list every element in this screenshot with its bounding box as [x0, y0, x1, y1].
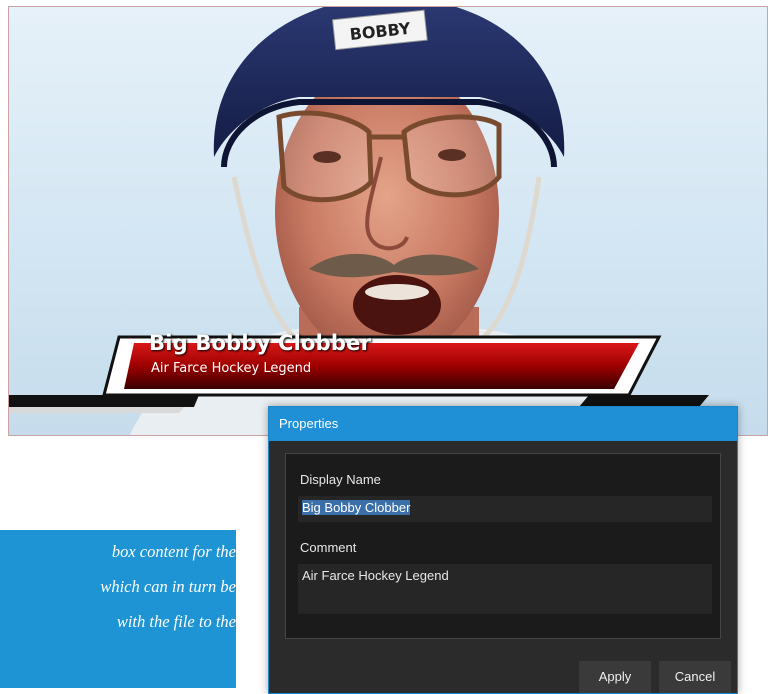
- lower-third-name: Big Bobby Clobber: [149, 331, 372, 355]
- properties-dialog: Properties Display Name Big Bobby Clobbe…: [268, 406, 738, 694]
- caption-box: box content for the which can in turn be…: [0, 530, 236, 688]
- caption-line: box content for the: [111, 542, 236, 561]
- properties-panel: Display Name Big Bobby Clobber Comment A…: [285, 453, 721, 639]
- display-name-label: Display Name: [300, 472, 381, 487]
- lower-third-subtitle: Air Farce Hockey Legend: [151, 361, 312, 376]
- display-name-field[interactable]: Big Bobby Clobber: [298, 496, 712, 522]
- caption-line: which can in turn be: [100, 577, 236, 596]
- dialog-title: Properties: [269, 407, 737, 441]
- comment-field[interactable]: Air Farce Hockey Legend: [298, 564, 712, 614]
- comment-label: Comment: [300, 540, 357, 555]
- comment-value: Air Farce Hockey Legend: [302, 568, 449, 583]
- apply-button[interactable]: Apply: [579, 661, 651, 693]
- caption-line: with the file to the: [116, 612, 236, 631]
- preview-image: BOBBY Big Bobby Clobber Air Farce Hockey…: [8, 6, 768, 436]
- cancel-button[interactable]: Cancel: [659, 661, 731, 693]
- display-name-value: Big Bobby Clobber: [302, 500, 411, 515]
